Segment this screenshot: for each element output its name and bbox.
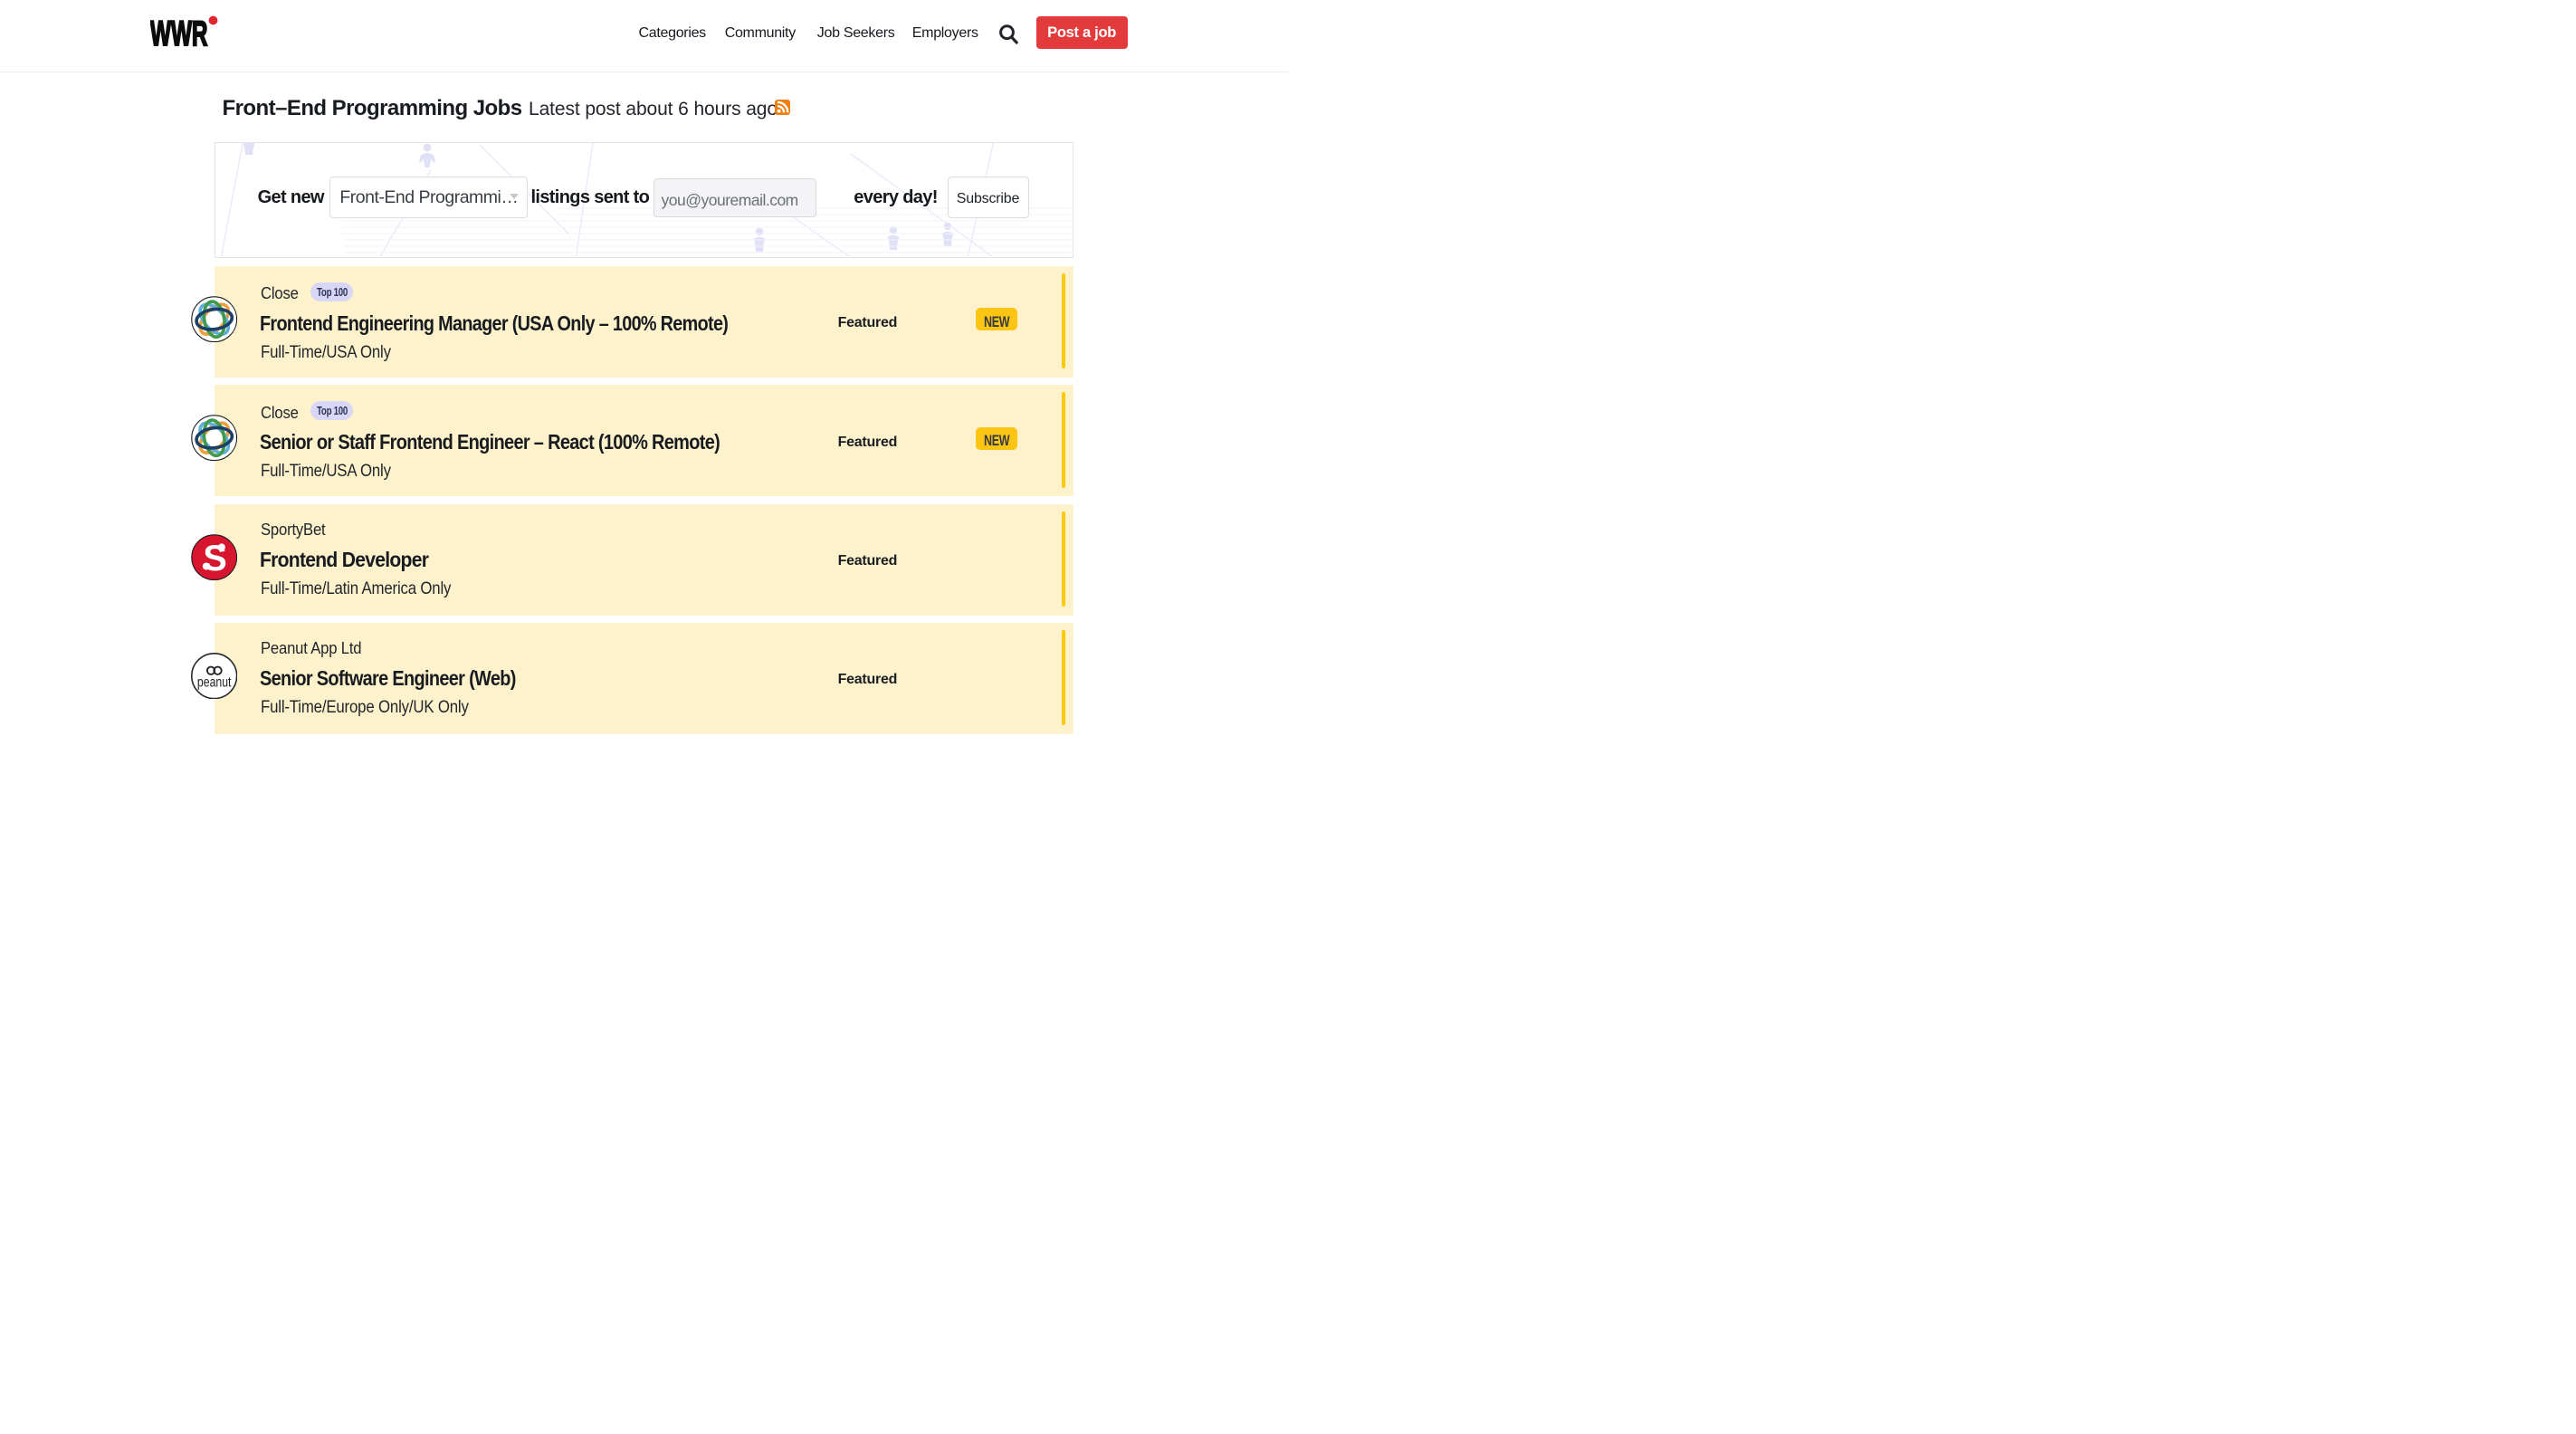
- svg-text:peanut: peanut: [197, 674, 232, 690]
- svg-text:WWR: WWR: [150, 14, 208, 50]
